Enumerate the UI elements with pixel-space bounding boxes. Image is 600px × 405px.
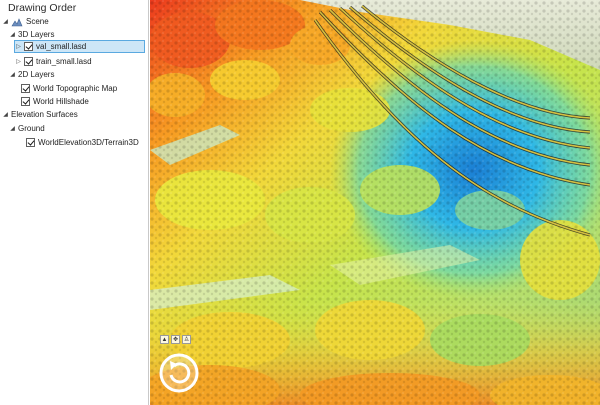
expand-triangle-icon[interactable]: ▷ xyxy=(15,42,22,51)
pane-title: Drawing Order xyxy=(8,2,77,14)
group-2d-layers[interactable]: ◢ 2D Layers xyxy=(9,68,54,81)
map-view[interactable]: ▲ ✥ ♙ xyxy=(150,0,600,405)
layer-label: train_small.lasd xyxy=(36,57,92,66)
ground-surface-row[interactable]: ◢ Ground xyxy=(9,122,45,135)
up-arrow-icon[interactable]: ▲ xyxy=(160,335,169,344)
full-extent-icon[interactable]: ✥ xyxy=(171,335,180,344)
layer-visibility-checkbox[interactable] xyxy=(24,42,33,51)
layer-item-val-small[interactable]: ▷ val_small.lasd xyxy=(14,40,145,53)
scene-icon xyxy=(11,17,23,26)
layer-label: World Hillshade xyxy=(33,97,89,106)
nav-small-controls: ▲ ✥ ♙ xyxy=(160,335,191,344)
layer-visibility-checkbox[interactable] xyxy=(21,97,30,106)
collapse-triangle-icon[interactable]: ◢ xyxy=(9,70,16,79)
layer-item-train-small[interactable]: ▷ train_small.lasd xyxy=(15,55,92,68)
collapse-triangle-icon[interactable]: ◢ xyxy=(9,30,16,39)
layer-visibility-checkbox[interactable] xyxy=(21,84,30,93)
layer-item-world-elevation[interactable]: WorldElevation3D/Terrain3D xyxy=(26,136,139,149)
expand-triangle-icon[interactable]: ▷ xyxy=(15,57,22,66)
layer-item-world-hillshade[interactable]: World Hillshade xyxy=(21,95,89,108)
layer-label: WorldElevation3D/Terrain3D xyxy=(38,138,139,147)
person-icon[interactable]: ♙ xyxy=(182,335,191,344)
rotate-arrow-icon[interactable] xyxy=(159,353,199,393)
group-label: Elevation Surfaces xyxy=(11,110,78,119)
ground-label: Ground xyxy=(18,124,45,133)
layer-label: World Topographic Map xyxy=(33,84,118,93)
scene-row[interactable]: ◢ Scene xyxy=(2,15,49,28)
group-label: 3D Layers xyxy=(18,30,55,39)
group-elevation-surfaces[interactable]: ◢ Elevation Surfaces xyxy=(2,108,78,121)
lidar-point-cloud-view[interactable] xyxy=(150,0,600,405)
layer-visibility-checkbox[interactable] xyxy=(24,57,33,66)
group-label: 2D Layers xyxy=(18,70,55,79)
layer-label: val_small.lasd xyxy=(36,42,87,51)
contents-pane: Drawing Order ◢ Scene ◢ 3D Layers ▷ val_… xyxy=(0,0,149,405)
scene-label: Scene xyxy=(26,17,49,26)
collapse-triangle-icon[interactable]: ◢ xyxy=(2,110,9,119)
layer-item-world-topographic-map[interactable]: World Topographic Map xyxy=(21,82,117,95)
layer-visibility-checkbox[interactable] xyxy=(26,138,35,147)
collapse-triangle-icon[interactable]: ◢ xyxy=(9,124,16,133)
collapse-triangle-icon[interactable]: ◢ xyxy=(2,17,9,26)
